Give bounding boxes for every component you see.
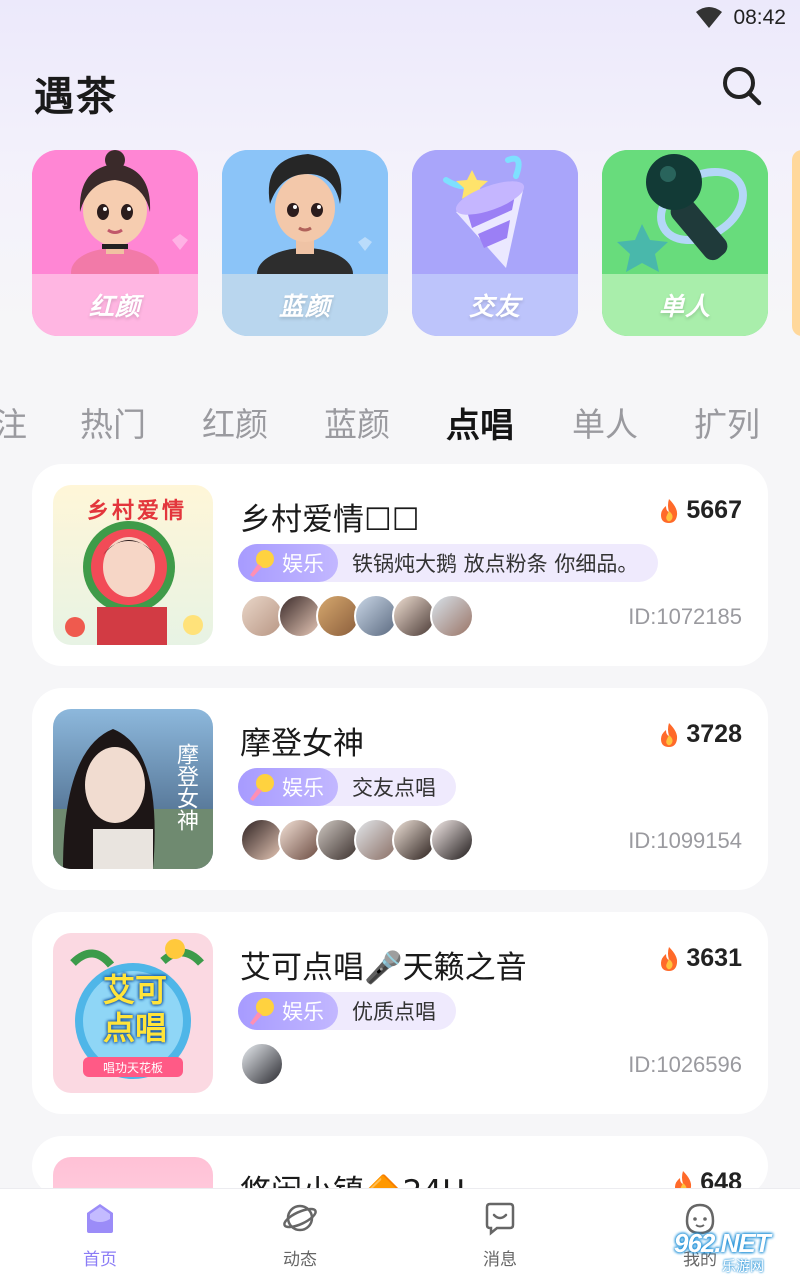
- room-card[interactable]: 摩登女神 摩登女神 3728 娱乐 交友点唱 ID:1099154: [32, 688, 768, 890]
- room-tag-row: 娱乐 铁锅炖大鹅 放点粉条 你细品。: [238, 544, 659, 582]
- nav-home-label: 首页: [83, 1250, 117, 1270]
- tab-hongyan[interactable]: 红颜: [202, 398, 268, 446]
- room-id: ID:1099154: [628, 828, 742, 853]
- room-title: 艾可点唱🎤天籁之音: [240, 950, 527, 986]
- category-card-hongyan[interactable]: 红颜: [32, 150, 198, 336]
- room-cover-image: 乡村爱情: [53, 485, 213, 645]
- room-id: ID:1072185: [628, 604, 742, 629]
- category-badge-label: 娱乐: [282, 776, 324, 800]
- tab-dianchang[interactable]: 点唱: [446, 398, 514, 447]
- category-row: 红颜 蓝颜 交友 单人: [32, 150, 800, 340]
- category-label: 蓝颜: [278, 292, 331, 321]
- message-icon: [485, 1202, 515, 1236]
- page-title: 遇茶: [34, 74, 118, 120]
- member-avatars: [240, 594, 474, 638]
- category-card-danren[interactable]: 单人: [602, 150, 768, 336]
- cover-title-text: 摩登女神: [173, 743, 198, 831]
- room-card[interactable]: 艾可点唱 唱功天花板 艾可点唱🎤天籁之音 3631 娱乐 优质点唱 ID:102…: [32, 912, 768, 1114]
- girl-avatar-illustration: [32, 150, 198, 274]
- tab-guanzhu[interactable]: 注: [0, 398, 27, 446]
- boy-avatar-illustration: [222, 150, 388, 274]
- category-badge-label: 娱乐: [282, 1000, 324, 1024]
- party-popper-illustration: [412, 150, 578, 274]
- microphone-icon: [250, 550, 274, 577]
- tab-bar: 注 热门 红颜 蓝颜 点唱 单人 扩列: [0, 398, 800, 450]
- microphone-illustration: [602, 150, 768, 274]
- heat-count: 3631: [686, 944, 742, 972]
- fire-icon: [661, 498, 678, 523]
- member-avatars: [240, 1042, 284, 1086]
- microphone-icon: [250, 774, 274, 801]
- avatar: [430, 818, 474, 862]
- tab-kuolie[interactable]: 扩列: [694, 398, 760, 446]
- member-avatars: [240, 818, 474, 862]
- status-icons: 08:42: [695, 6, 786, 30]
- microphone-icon: [250, 998, 274, 1025]
- cover-title-text: 艾可点唱: [102, 971, 167, 1047]
- fire-icon: [661, 946, 678, 971]
- category-label: 交友: [468, 292, 521, 321]
- status-bar: 08:42: [0, 0, 800, 44]
- watermark-subtext: 乐游网: [722, 1259, 764, 1275]
- status-time: 08:42: [733, 6, 786, 29]
- nav-home[interactable]: 首页: [50, 1199, 150, 1275]
- room-card[interactable]: 悠闲小镇🔶24H 648: [32, 1136, 768, 1196]
- watermark-logo: 962.NET 乐游网: [668, 1226, 792, 1276]
- category-badge: 娱乐: [238, 992, 338, 1030]
- category-badge-label: 娱乐: [282, 552, 324, 576]
- tab-danren[interactable]: 单人: [572, 398, 638, 446]
- room-id: ID:1026596: [628, 1052, 742, 1077]
- watermark-brand: 962.NET: [674, 1228, 771, 1258]
- category-badge: 娱乐: [238, 544, 338, 582]
- wifi-icon: [696, 7, 723, 28]
- heat-count: 5667: [686, 496, 742, 524]
- category-card-more[interactable]: [792, 150, 800, 336]
- category-label: 单人: [658, 292, 711, 321]
- room-heat: 3728: [658, 720, 742, 749]
- fire-icon: [661, 722, 678, 747]
- category-label-band: 单人: [602, 274, 768, 336]
- category-label-band: 蓝颜: [222, 274, 388, 336]
- category-badge: 娱乐: [238, 768, 338, 806]
- room-description: 交友点唱: [352, 776, 436, 800]
- category-card-lanyan[interactable]: 蓝颜: [222, 150, 388, 336]
- room-heat: 3631: [658, 944, 742, 973]
- category-label-band: 红颜: [32, 274, 198, 336]
- room-title: 乡村爱情☐☐: [240, 502, 420, 538]
- room-tag-row: 娱乐 优质点唱: [238, 992, 456, 1030]
- category-card-jiaoyou[interactable]: 交友: [412, 150, 578, 336]
- room-tag-row: 娱乐 交友点唱: [238, 768, 456, 806]
- avatar: [240, 1042, 284, 1086]
- room-heat: 5667: [658, 496, 742, 525]
- category-label-band: 交友: [412, 274, 578, 336]
- cover-subtitle-text: 唱功天花板: [102, 1061, 163, 1075]
- room-title: 摩登女神: [240, 726, 364, 762]
- nav-feed[interactable]: 动态: [250, 1199, 350, 1275]
- home-icon: [87, 1204, 113, 1233]
- room-cover-image: 艾可点唱 唱功天花板: [53, 933, 213, 1093]
- room-cover-image: 摩登女神: [53, 709, 213, 869]
- heat-count: 3728: [686, 720, 742, 748]
- cover-title-text: 乡村爱情: [87, 499, 188, 524]
- avatar: [430, 594, 474, 638]
- tab-hot[interactable]: 热门: [80, 398, 146, 446]
- category-label: 红颜: [88, 292, 141, 321]
- search-icon[interactable]: [720, 64, 764, 108]
- nav-feed-label: 动态: [283, 1250, 317, 1270]
- nav-messages[interactable]: 消息: [450, 1199, 550, 1275]
- room-description: 优质点唱: [352, 1000, 436, 1024]
- tab-lanyan[interactable]: 蓝颜: [324, 398, 390, 446]
- nav-messages-label: 消息: [483, 1250, 517, 1270]
- room-card[interactable]: 乡村爱情 乡村爱情☐☐ 5667 娱乐 铁锅炖大鹅 放点粉条 你细品。 ID:1…: [32, 464, 768, 666]
- room-description: 铁锅炖大鹅 放点粉条 你细品。: [352, 552, 639, 576]
- planet-icon: [283, 1204, 317, 1232]
